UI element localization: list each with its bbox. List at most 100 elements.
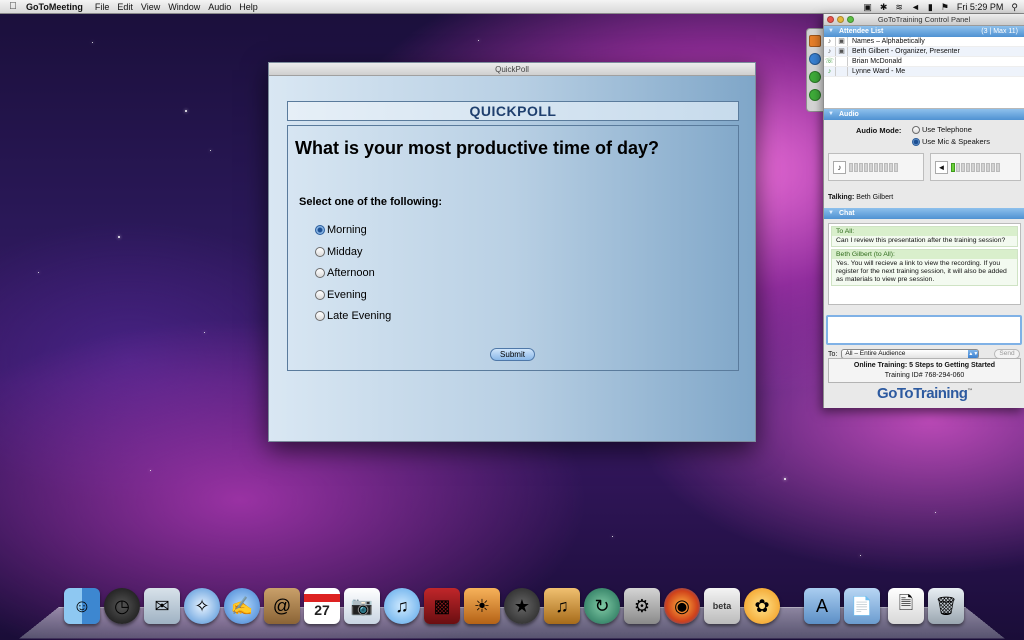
radio-button-selected[interactable] xyxy=(315,225,325,235)
clock[interactable]: Fri 5:29 PM xyxy=(957,2,1004,12)
window-controls xyxy=(827,16,854,23)
safari-icon[interactable]: ✧ xyxy=(184,588,220,624)
beta-app-icon[interactable]: beta xyxy=(704,588,740,624)
attendee-list-column-header[interactable]: ♪ ▣ Names – Alphabetically xyxy=(824,37,1024,47)
chat-message-sender: To All: xyxy=(832,227,1017,236)
photo-booth-icon[interactable]: ▩ xyxy=(424,588,460,624)
menu-edit[interactable]: Edit xyxy=(117,2,141,12)
minimize-window-icon[interactable] xyxy=(837,16,844,23)
ichat-icon[interactable]: ✍ xyxy=(224,588,260,624)
radio-button[interactable] xyxy=(912,125,920,134)
volume-icon[interactable]: ◄ xyxy=(911,2,920,12)
talking-indicator: Talking: Beth Gilbert xyxy=(828,194,893,201)
talking-label: Talking: xyxy=(828,194,855,201)
menu-view[interactable]: View xyxy=(141,2,168,12)
use-telephone-option[interactable]: Use Telephone xyxy=(912,125,972,134)
radio-button[interactable] xyxy=(315,268,325,278)
option-label: Late Evening xyxy=(327,310,392,322)
chat-input[interactable] xyxy=(826,315,1022,345)
firefox-icon[interactable]: ◉ xyxy=(664,588,700,624)
imovie-icon[interactable]: ★ xyxy=(504,588,540,624)
chat-to-label: To: xyxy=(828,350,838,358)
attendee-row[interactable]: ☏ Brian McDonald xyxy=(824,57,1024,67)
chat-message-sender: Beth Gilbert (to All): xyxy=(832,250,1017,259)
menu-audio[interactable]: Audio xyxy=(208,2,239,12)
dashboard-icon[interactable]: ◷ xyxy=(104,588,140,624)
chat-panel: To All: Can I review this presentation a… xyxy=(824,219,1024,371)
use-mic-speakers-option[interactable]: Use Mic & Speakers xyxy=(912,137,990,146)
mail-icon[interactable]: ✉ xyxy=(144,588,180,624)
menu-bar:  GoToMeeting File Edit View Window Audi… xyxy=(0,0,1024,14)
attendee-list-header[interactable]: ▼ Attendee List (3 | Max 11) xyxy=(824,26,1024,37)
attendee-row[interactable]: ♪ Lynne Ward - Me xyxy=(824,67,1024,77)
trash-icon[interactable]: 🗑 xyxy=(928,588,964,624)
bluetooth-icon[interactable]: ✱ xyxy=(880,2,888,13)
zoom-window-icon[interactable] xyxy=(847,16,854,23)
poll-question: What is your most productive time of day… xyxy=(295,138,660,158)
disclosure-triangle-icon[interactable]: ▼ xyxy=(828,26,834,37)
applications-folder-icon[interactable]: A xyxy=(804,588,840,624)
microphone-icon[interactable]: ♪ xyxy=(833,160,846,174)
speaker-icon[interactable]: ◄ xyxy=(935,160,948,174)
menu-help[interactable]: Help xyxy=(239,2,266,12)
audio-panel: Audio Mode: Use Telephone Use Mic & Spea… xyxy=(824,120,1024,208)
spaces-icon[interactable]: ▣ xyxy=(863,2,872,13)
control-panel: GoToTraining Control Panel ▼ Attendee Li… xyxy=(823,14,1024,408)
close-window-icon[interactable] xyxy=(827,16,834,23)
radio-button[interactable] xyxy=(315,247,325,257)
screen-share-icon[interactable] xyxy=(809,53,821,65)
battery-icon[interactable]: ▮ xyxy=(928,2,933,13)
help-icon[interactable] xyxy=(809,89,821,101)
menu-app-name[interactable]: GoToMeeting xyxy=(26,2,95,12)
address-book-icon[interactable]: @ xyxy=(264,588,300,624)
wifi-icon[interactable]: ≋ xyxy=(895,2,903,13)
radio-button[interactable] xyxy=(315,290,325,300)
attendee-row[interactable]: ♪ ▣ Beth Gilbert - Organizer, Presenter xyxy=(824,47,1024,57)
chat-message-text: Can I review this presentation after the… xyxy=(836,237,1006,244)
finder-icon[interactable]: ☺ xyxy=(64,588,100,624)
talking-name: Beth Gilbert xyxy=(856,194,894,201)
control-panel-titlebar[interactable]: GoToTraining Control Panel xyxy=(824,14,1024,26)
ical-icon[interactable]: 27 xyxy=(304,588,340,624)
menu-window[interactable]: Window xyxy=(168,2,208,12)
mic-level-bar xyxy=(849,162,898,172)
menu-file[interactable]: File xyxy=(95,2,118,12)
option-evening[interactable]: Evening xyxy=(315,289,367,301)
option-afternoon[interactable]: Afternoon xyxy=(315,267,375,279)
disclosure-triangle-icon[interactable]: ▼ xyxy=(828,109,834,120)
attendee-list: ♪ ▣ Names – Alphabetically ♪ ▣ Beth Gilb… xyxy=(824,37,1024,109)
documents-folder-icon[interactable]: 📄 xyxy=(844,588,880,624)
audio-section-header[interactable]: ▼ Audio xyxy=(824,109,1024,120)
audio-option-label: Use Mic & Speakers xyxy=(922,137,990,146)
flag-icon[interactable]: ⚑ xyxy=(941,2,949,13)
iphoto-icon[interactable]: ☀ xyxy=(464,588,500,624)
radio-button-selected[interactable] xyxy=(912,137,920,146)
system-preferences-icon[interactable]: ⚙ xyxy=(624,588,660,624)
quickpoll-titlebar[interactable]: QuickPoll xyxy=(269,63,755,76)
collapse-panel-icon[interactable] xyxy=(809,35,821,47)
option-label: Evening xyxy=(327,289,367,301)
webcam-icon[interactable] xyxy=(809,71,821,83)
submit-button[interactable]: Submit xyxy=(490,348,535,361)
disclosure-triangle-icon[interactable]: ▼ xyxy=(828,208,834,219)
chat-message-text: Yes. You will recieve a link to view the… xyxy=(836,260,1007,283)
gotomeeting-icon[interactable]: ✿ xyxy=(744,588,780,624)
preview-icon[interactable]: 📷 xyxy=(344,588,380,624)
garageband-icon[interactable]: ♫ xyxy=(544,588,580,624)
chat-message: Beth Gilbert (to All): Yes. You will rec… xyxy=(831,249,1018,286)
spotlight-icon[interactable]: ⚲ xyxy=(1011,2,1018,13)
option-morning[interactable]: Morning xyxy=(315,224,367,236)
option-midday[interactable]: Midday xyxy=(315,246,362,258)
chat-section-header[interactable]: ▼ Chat xyxy=(824,208,1024,219)
file-icon[interactable]: 🗎 xyxy=(888,588,924,624)
quickpoll-body: What is your most productive time of day… xyxy=(287,125,739,371)
gototraining-logo: GoToTraining™ xyxy=(877,385,972,402)
speaker-meter: ◄ xyxy=(930,153,1021,181)
chat-log[interactable]: To All: Can I review this presentation a… xyxy=(828,223,1021,305)
radio-button[interactable] xyxy=(315,311,325,321)
apple-menu-icon[interactable]:  xyxy=(0,1,26,12)
time-machine-icon[interactable]: ↻ xyxy=(584,588,620,624)
option-late-evening[interactable]: Late Evening xyxy=(315,310,391,322)
attendee-name: Brian McDonald xyxy=(852,58,902,65)
itunes-icon[interactable]: ♫ xyxy=(384,588,420,624)
